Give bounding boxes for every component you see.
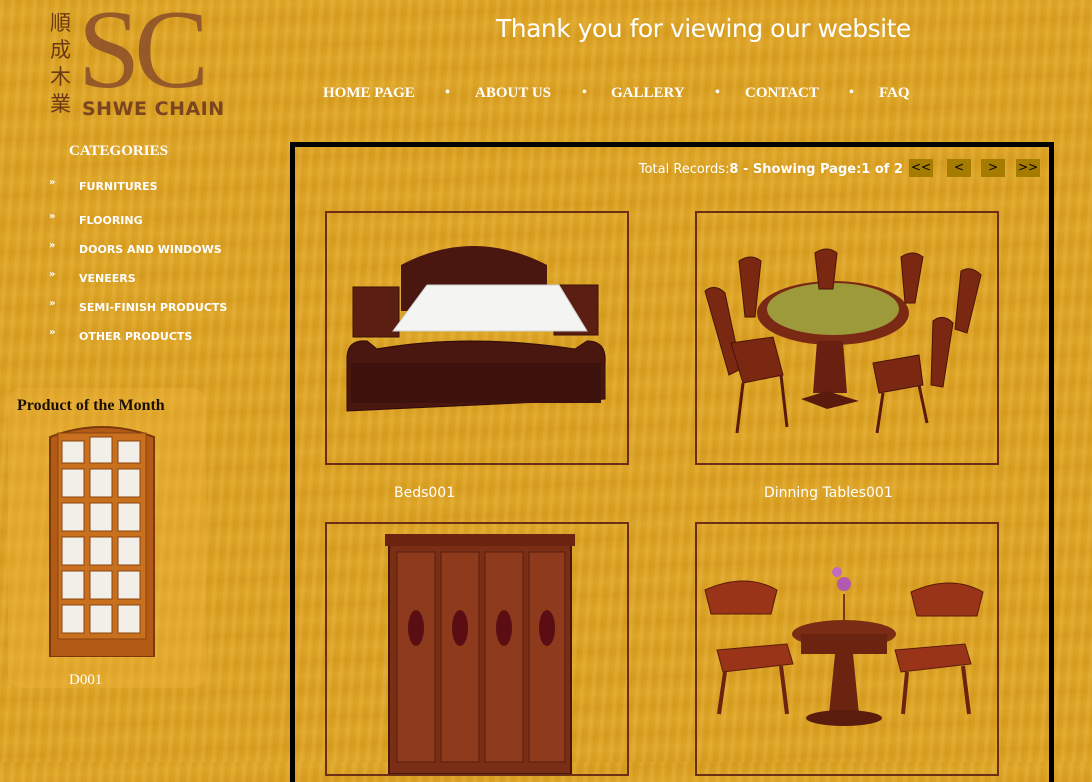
nav-about[interactable]: ABOUT US (475, 85, 551, 102)
welcome-heading: Thank you for viewing our website (496, 14, 911, 43)
nav-separator: • (715, 85, 720, 100)
category-flooring[interactable]: » FLOORING (49, 211, 143, 227)
last-page-button[interactable]: >> (1016, 159, 1040, 177)
category-label: DOORS AND WINDOWS (79, 243, 222, 256)
category-semi-finish[interactable]: » SEMI-FINISH PRODUCTS (49, 298, 228, 314)
records-label: Total Records: (638, 162, 730, 177)
dining-table-image (704, 248, 982, 434)
nav-gallery[interactable]: GALLERY (611, 85, 685, 102)
chevron-icon: » (49, 327, 56, 338)
nav-separator: • (849, 85, 854, 100)
nav-separator: • (445, 85, 450, 100)
logo-name: SHWE CHAIN (82, 98, 225, 120)
product-of-month-label[interactable]: D001 (69, 672, 102, 689)
door-image[interactable] (48, 421, 156, 658)
nav-faq[interactable]: FAQ (879, 85, 910, 102)
category-other[interactable]: » OTHER PRODUCTS (49, 327, 193, 343)
showing-value: 1 of 2 (861, 162, 903, 177)
site-logo[interactable]: 順成木業 SC SHWE CHAIN (48, 0, 233, 123)
gallery-panel: Total Records:8 - Showing Page:1 of 2 <<… (290, 142, 1054, 782)
nav-home[interactable]: HOME PAGE (323, 85, 415, 102)
category-label: SEMI-FINISH PRODUCTS (79, 301, 228, 314)
product-card-beds[interactable] (325, 211, 629, 465)
chevron-icon: » (49, 211, 56, 222)
nav-separator: • (582, 85, 587, 100)
category-label: OTHER PRODUCTS (79, 330, 193, 343)
chairs-table-image (704, 567, 984, 726)
first-page-button[interactable]: << (909, 159, 933, 177)
next-page-button[interactable]: > (981, 159, 1005, 177)
category-veneers[interactable]: » VENEERS (49, 269, 136, 285)
chevron-icon: » (49, 269, 56, 280)
product-card-chairs-table[interactable] (695, 522, 999, 776)
bed-image (346, 246, 606, 412)
category-label: FURNITURES (79, 180, 158, 193)
product-label-beds[interactable]: Beds001 (394, 485, 455, 501)
category-label: VENEERS (79, 272, 136, 285)
prev-page-button[interactable]: < (947, 159, 971, 177)
chevron-icon: » (49, 298, 56, 309)
records-separator: - (738, 162, 753, 177)
category-furnitures[interactable]: » FURNITURES (49, 177, 158, 193)
product-card-wardrobe[interactable] (325, 522, 629, 776)
category-doors-windows[interactable]: » DOORS AND WINDOWS (49, 240, 222, 256)
product-label-dining-tables[interactable]: Dinning Tables001 (764, 485, 893, 501)
showing-label: Showing Page: (752, 162, 862, 177)
wardrobe-image (385, 534, 575, 774)
logo-chinese-characters: 順成木業 (50, 11, 71, 116)
records-summary: Total Records:8 - Showing Page:1 of 2 (639, 162, 903, 177)
logo-mark: SC (78, 0, 209, 112)
product-card-dining-tables[interactable] (695, 211, 999, 465)
nav-contact[interactable]: CONTACT (745, 85, 819, 102)
chevron-icon: » (49, 240, 56, 251)
product-of-month-title: Product of the Month (17, 397, 165, 414)
categories-title: CATEGORIES (69, 143, 168, 159)
category-label: FLOORING (79, 214, 143, 227)
chevron-icon: » (49, 177, 56, 188)
